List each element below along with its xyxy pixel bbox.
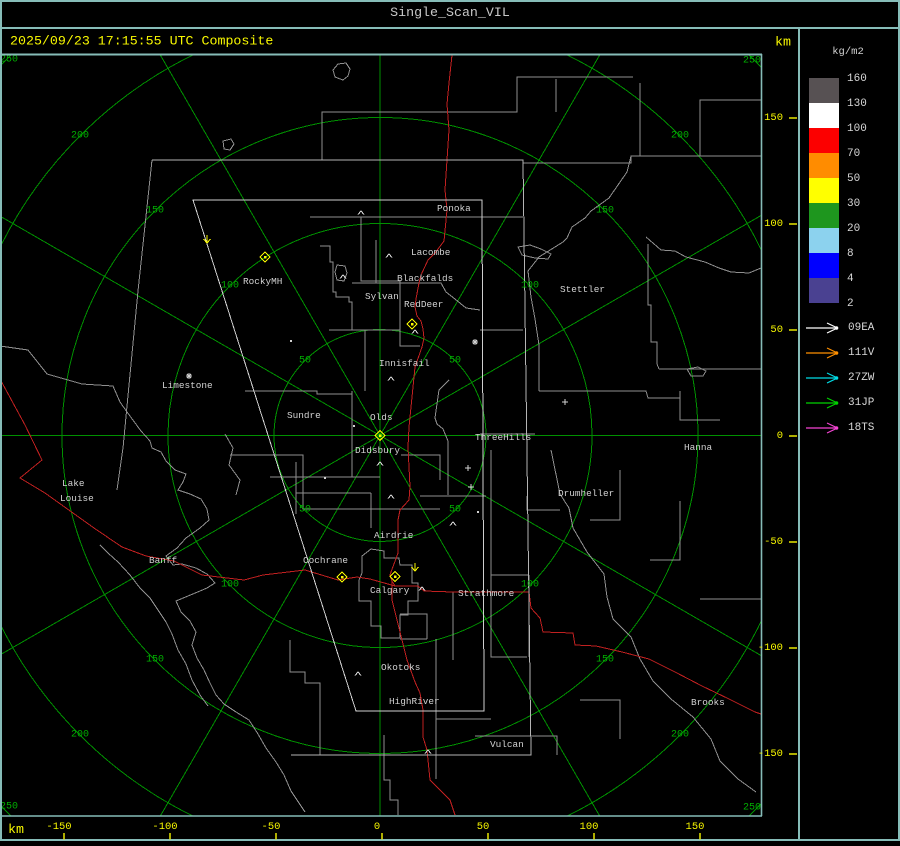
svg-text:50: 50 [299, 356, 311, 367]
svg-text:RockyMH: RockyMH [243, 276, 282, 287]
svg-text:150: 150 [146, 206, 164, 217]
svg-text:-150: -150 [758, 748, 783, 760]
svg-text:70: 70 [847, 148, 860, 160]
svg-text:8: 8 [847, 248, 854, 260]
svg-text:km: km [775, 35, 791, 50]
svg-text:100: 100 [221, 281, 239, 292]
svg-text:150: 150 [686, 821, 705, 833]
svg-text:km: km [8, 822, 24, 837]
svg-text:-150: -150 [46, 821, 71, 833]
svg-text:18TS: 18TS [848, 422, 875, 434]
svg-text:100: 100 [580, 821, 599, 833]
svg-text:250: 250 [743, 56, 761, 67]
svg-text:250: 250 [0, 55, 18, 66]
svg-text:-50: -50 [764, 536, 783, 548]
svg-text:0: 0 [777, 430, 783, 442]
svg-text:Single_Scan_VIL: Single_Scan_VIL [390, 5, 510, 20]
svg-text:150: 150 [146, 655, 164, 666]
svg-text:150: 150 [596, 655, 614, 666]
svg-text:Calgary: Calgary [370, 585, 410, 596]
svg-text:Strathmore: Strathmore [458, 588, 515, 599]
svg-text:0: 0 [374, 821, 380, 833]
svg-text:50: 50 [770, 324, 783, 336]
svg-text:50: 50 [449, 505, 461, 516]
svg-text:150: 150 [764, 112, 783, 124]
svg-text:20: 20 [847, 223, 860, 235]
svg-text:100: 100 [521, 281, 539, 292]
svg-text:Lake: Lake [62, 478, 85, 489]
svg-text:Innisfail: Innisfail [379, 358, 430, 369]
svg-text:2025/09/23 17:15:55 UTC Compos: 2025/09/23 17:15:55 UTC Composite [10, 34, 273, 49]
svg-text:Airdrie: Airdrie [374, 530, 414, 541]
svg-text:Didsbury: Didsbury [355, 445, 400, 456]
svg-text:100: 100 [221, 580, 239, 591]
svg-text:ThreeHills: ThreeHills [475, 432, 531, 443]
svg-text:Ponoka: Ponoka [437, 203, 471, 214]
svg-text:Okotoks: Okotoks [381, 662, 420, 673]
svg-text:50: 50 [449, 356, 461, 367]
svg-text:200: 200 [71, 730, 89, 741]
svg-text:150: 150 [596, 206, 614, 217]
svg-text:100: 100 [764, 218, 783, 230]
svg-text:250: 250 [743, 803, 761, 814]
svg-text:Sundre: Sundre [287, 410, 321, 421]
svg-text:100: 100 [847, 123, 867, 135]
svg-text:kg/m2: kg/m2 [832, 46, 864, 58]
svg-text:2: 2 [847, 298, 854, 310]
svg-text:111V: 111V [848, 347, 875, 359]
svg-text:200: 200 [671, 131, 689, 142]
svg-text:Sylvan: Sylvan [365, 291, 399, 302]
svg-text:Olds: Olds [370, 412, 393, 423]
svg-text:-100: -100 [758, 642, 783, 654]
svg-text:250: 250 [0, 802, 18, 813]
svg-text:Lacombe: Lacombe [411, 247, 451, 258]
svg-text:100: 100 [521, 580, 539, 591]
svg-text:Louise: Louise [60, 493, 94, 504]
svg-text:50: 50 [477, 821, 490, 833]
svg-text:-100: -100 [152, 821, 177, 833]
svg-text:130: 130 [847, 98, 867, 110]
svg-text:-50: -50 [262, 821, 281, 833]
svg-text:200: 200 [671, 730, 689, 741]
svg-text:Stettler: Stettler [560, 284, 605, 295]
svg-text:RedDeer: RedDeer [404, 299, 443, 310]
svg-text:Brooks: Brooks [691, 697, 725, 708]
svg-text:27ZW: 27ZW [848, 372, 875, 384]
svg-text:09EA: 09EA [848, 322, 875, 334]
svg-text:Vulcan: Vulcan [490, 739, 524, 750]
svg-text:160: 160 [847, 73, 867, 85]
svg-text:Blackfalds: Blackfalds [397, 273, 453, 284]
svg-text:Banff: Banff [149, 555, 178, 566]
svg-text:30: 30 [847, 198, 860, 210]
svg-text:31JP: 31JP [848, 397, 875, 409]
svg-text:4: 4 [847, 273, 854, 285]
svg-text:Limestone: Limestone [162, 380, 213, 391]
svg-text:Cochrane: Cochrane [303, 555, 348, 566]
svg-text:50: 50 [299, 505, 311, 516]
svg-text:HighRiver: HighRiver [389, 696, 440, 707]
svg-text:Hanna: Hanna [684, 442, 713, 453]
svg-text:200: 200 [71, 131, 89, 142]
svg-text:Drumheller: Drumheller [558, 488, 614, 499]
svg-text:50: 50 [847, 173, 860, 185]
